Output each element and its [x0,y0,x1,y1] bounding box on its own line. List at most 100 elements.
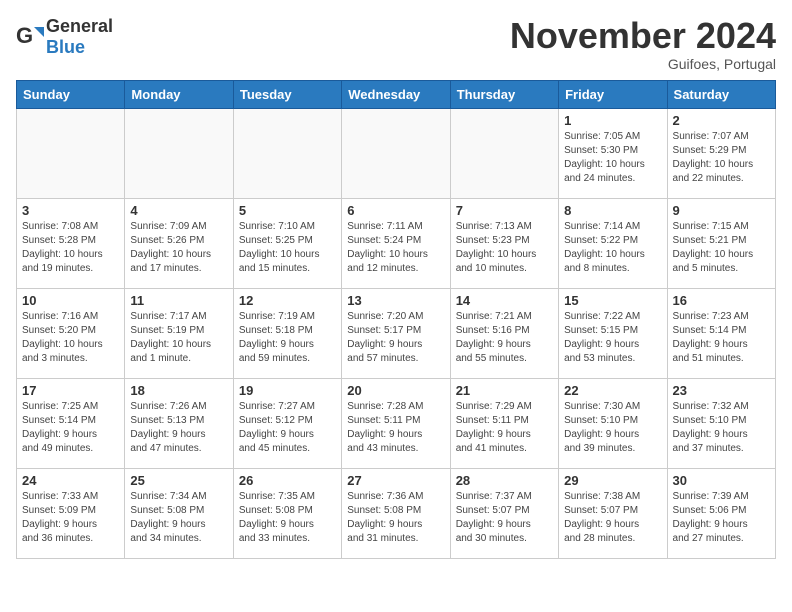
calendar-cell [17,108,125,198]
cell-info: Sunrise: 7:34 AM Sunset: 5:08 PM Dayligh… [130,490,227,546]
calendar-cell [342,108,450,198]
logo-general-text: General [46,16,113,36]
cell-info: Sunrise: 7:25 AM Sunset: 5:14 PM Dayligh… [22,400,119,456]
calendar-week-row: 3Sunrise: 7:08 AM Sunset: 5:28 PM Daylig… [17,198,776,288]
day-number: 19 [239,383,336,398]
cell-info: Sunrise: 7:28 AM Sunset: 5:11 PM Dayligh… [347,400,444,456]
calendar-week-row: 17 Sunrise: 7:25 AM Sunset: 5:14 PM Dayli… [17,378,776,468]
svg-text:G: G [16,23,33,48]
day-number: 4 [130,203,227,218]
month-title: November 2024 [510,16,776,56]
cell-info: Sunrise: 7:26 AM Sunset: 5:13 PM Dayligh… [130,400,227,456]
calendar-day-header: Friday [559,80,667,108]
day-number: 9 [673,203,770,218]
cell-info: Sunrise: 7:39 AM Sunset: 5:06 PM Dayligh… [673,490,770,546]
day-number: 6 [347,203,444,218]
calendar-cell: 17 Sunrise: 7:25 AM Sunset: 5:14 PM Dayli… [17,378,125,468]
day-number: 11 [130,293,227,308]
day-number: 30 [673,473,770,488]
cell-info: Sunrise: 7:21 AM Sunset: 5:16 PM Dayligh… [456,310,553,366]
day-number: 3 [22,203,119,218]
calendar-cell [450,108,558,198]
calendar-cell: 23 Sunrise: 7:32 AM Sunset: 5:10 PM Dayli… [667,378,775,468]
calendar-cell: 6Sunrise: 7:11 AM Sunset: 5:24 PM Daylig… [342,198,450,288]
day-number: 7 [456,203,553,218]
calendar-cell: 12 Sunrise: 7:19 AM Sunset: 5:18 PM Dayli… [233,288,341,378]
day-number: 26 [239,473,336,488]
calendar-cell: 3Sunrise: 7:08 AM Sunset: 5:28 PM Daylig… [17,198,125,288]
calendar-cell: 13 Sunrise: 7:20 AM Sunset: 5:17 PM Dayli… [342,288,450,378]
calendar-cell: 24 Sunrise: 7:33 AM Sunset: 5:09 PM Dayli… [17,468,125,558]
calendar-cell: 18 Sunrise: 7:26 AM Sunset: 5:13 PM Dayli… [125,378,233,468]
logo: G General Blue [16,16,113,58]
cell-info: Sunrise: 7:38 AM Sunset: 5:07 PM Dayligh… [564,490,661,546]
calendar-day-header: Saturday [667,80,775,108]
header: G General Blue November 2024 Guifoes, Po… [16,16,776,72]
location-subtitle: Guifoes, Portugal [510,56,776,72]
calendar-cell: 10 Sunrise: 7:16 AM Sunset: 5:20 PM Dayli… [17,288,125,378]
calendar-day-header: Monday [125,80,233,108]
calendar-header-row: SundayMondayTuesdayWednesdayThursdayFrid… [17,80,776,108]
cell-info: Sunrise: 7:16 AM Sunset: 5:20 PM Dayligh… [22,310,119,366]
calendar-cell: 21 Sunrise: 7:29 AM Sunset: 5:11 PM Dayli… [450,378,558,468]
cell-info: Sunrise: 7:10 AM Sunset: 5:25 PM Dayligh… [239,220,336,276]
day-number: 2 [673,113,770,128]
day-number: 25 [130,473,227,488]
cell-info: Sunrise: 7:15 AM Sunset: 5:21 PM Dayligh… [673,220,770,276]
calendar-cell: 2Sunrise: 7:07 AM Sunset: 5:29 PM Daylig… [667,108,775,198]
cell-info: Sunrise: 7:20 AM Sunset: 5:17 PM Dayligh… [347,310,444,366]
day-number: 29 [564,473,661,488]
calendar-cell: 19Sunrise: 7:27 AM Sunset: 5:12 PM Dayli… [233,378,341,468]
cell-info: Sunrise: 7:13 AM Sunset: 5:23 PM Dayligh… [456,220,553,276]
calendar-cell: 8Sunrise: 7:14 AM Sunset: 5:22 PM Daylig… [559,198,667,288]
calendar-cell: 7 Sunrise: 7:13 AM Sunset: 5:23 PM Daylig… [450,198,558,288]
calendar-cell: 28Sunrise: 7:37 AM Sunset: 5:07 PM Dayli… [450,468,558,558]
day-number: 21 [456,383,553,398]
calendar-cell: 30 Sunrise: 7:39 AM Sunset: 5:06 PM Dayli… [667,468,775,558]
calendar-cell: 1 Sunrise: 7:05 AM Sunset: 5:30 PM Daylig… [559,108,667,198]
calendar-week-row: 24 Sunrise: 7:33 AM Sunset: 5:09 PM Dayli… [17,468,776,558]
calendar-week-row: 10 Sunrise: 7:16 AM Sunset: 5:20 PM Dayli… [17,288,776,378]
calendar-cell: 14 Sunrise: 7:21 AM Sunset: 5:16 PM Dayli… [450,288,558,378]
day-number: 16 [673,293,770,308]
cell-info: Sunrise: 7:17 AM Sunset: 5:19 PM Dayligh… [130,310,227,366]
calendar-cell: 22 Sunrise: 7:30 AM Sunset: 5:10 PM Dayli… [559,378,667,468]
cell-info: Sunrise: 7:32 AM Sunset: 5:10 PM Dayligh… [673,400,770,456]
cell-info: Sunrise: 7:22 AM Sunset: 5:15 PM Dayligh… [564,310,661,366]
day-number: 24 [22,473,119,488]
calendar-day-header: Wednesday [342,80,450,108]
day-number: 10 [22,293,119,308]
day-number: 17 [22,383,119,398]
day-number: 27 [347,473,444,488]
day-number: 12 [239,293,336,308]
calendar-cell: 11 Sunrise: 7:17 AM Sunset: 5:19 PM Dayli… [125,288,233,378]
cell-info: Sunrise: 7:14 AM Sunset: 5:22 PM Dayligh… [564,220,661,276]
calendar-cell: 26 Sunrise: 7:35 AM Sunset: 5:08 PM Dayli… [233,468,341,558]
day-number: 13 [347,293,444,308]
cell-info: Sunrise: 7:09 AM Sunset: 5:26 PM Dayligh… [130,220,227,276]
day-number: 22 [564,383,661,398]
calendar-cell: 5Sunrise: 7:10 AM Sunset: 5:25 PM Daylig… [233,198,341,288]
day-number: 18 [130,383,227,398]
calendar-day-header: Thursday [450,80,558,108]
day-number: 1 [564,113,661,128]
calendar-cell: 27Sunrise: 7:36 AM Sunset: 5:08 PM Dayli… [342,468,450,558]
calendar-day-header: Sunday [17,80,125,108]
calendar-cell [125,108,233,198]
cell-info: Sunrise: 7:33 AM Sunset: 5:09 PM Dayligh… [22,490,119,546]
logo-icon: G [16,23,44,51]
day-number: 14 [456,293,553,308]
calendar-cell: 29 Sunrise: 7:38 AM Sunset: 5:07 PM Dayli… [559,468,667,558]
calendar-table: SundayMondayTuesdayWednesdayThursdayFrid… [16,80,776,559]
calendar-cell: 25 Sunrise: 7:34 AM Sunset: 5:08 PM Dayli… [125,468,233,558]
cell-info: Sunrise: 7:29 AM Sunset: 5:11 PM Dayligh… [456,400,553,456]
title-block: November 2024 Guifoes, Portugal [510,16,776,72]
cell-info: Sunrise: 7:05 AM Sunset: 5:30 PM Dayligh… [564,130,661,186]
cell-info: Sunrise: 7:19 AM Sunset: 5:18 PM Dayligh… [239,310,336,366]
cell-info: Sunrise: 7:35 AM Sunset: 5:08 PM Dayligh… [239,490,336,546]
cell-info: Sunrise: 7:30 AM Sunset: 5:10 PM Dayligh… [564,400,661,456]
logo-blue-text: Blue [46,37,85,57]
calendar-cell: 9 Sunrise: 7:15 AM Sunset: 5:21 PM Daylig… [667,198,775,288]
day-number: 23 [673,383,770,398]
cell-info: Sunrise: 7:23 AM Sunset: 5:14 PM Dayligh… [673,310,770,366]
